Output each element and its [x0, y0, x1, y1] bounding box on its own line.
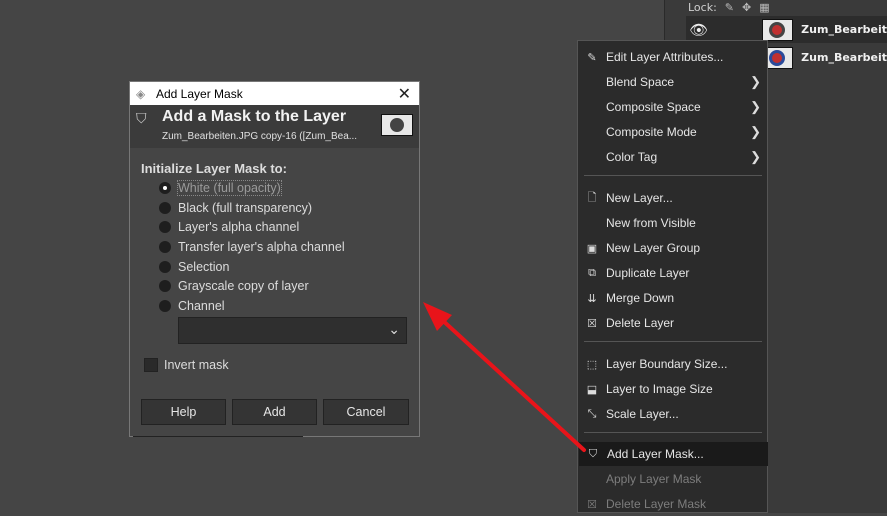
- radio-channel[interactable]: Channel: [159, 297, 225, 315]
- new-layer-icon: 🗋: [587, 191, 597, 204]
- menu-item-color-tag[interactable]: Color Tag ❯: [578, 145, 767, 169]
- mask-icon: ⛉: [588, 447, 598, 460]
- menu-item-edit-layer-attributes[interactable]: ✎ Edit Layer Attributes...: [578, 45, 767, 69]
- radio-black-full-transparency[interactable]: Black (full transparency): [159, 199, 312, 217]
- menu-item-delete-layer[interactable]: ☒ Delete Layer: [578, 311, 767, 335]
- help-button[interactable]: Help: [141, 399, 226, 425]
- radio-dot[interactable]: [159, 221, 171, 233]
- lock-bar: Lock: ✎ ✥ ▦: [688, 0, 770, 14]
- lock-pixels-icon[interactable]: ✎: [725, 1, 734, 14]
- radio-dot[interactable]: [159, 280, 171, 292]
- boundary-icon: ⬚: [586, 358, 598, 371]
- menu-item-blend-space[interactable]: Blend Space ❯: [578, 70, 767, 94]
- menu-item-duplicate-layer[interactable]: ⧉ Duplicate Layer: [578, 261, 767, 285]
- menu-separator: [584, 432, 762, 433]
- menu-item-scale-layer[interactable]: ⤡ Scale Layer...: [578, 402, 767, 426]
- checkbox-box[interactable]: [144, 358, 158, 372]
- radio-dot[interactable]: [159, 261, 171, 273]
- radio-transfer-alpha-channel[interactable]: Transfer layer's alpha channel: [159, 238, 345, 256]
- chevron-down-icon: ⌄: [388, 321, 400, 337]
- lock-position-icon[interactable]: ✥: [742, 1, 751, 14]
- invert-mask-label: Invert mask: [164, 358, 229, 372]
- close-icon[interactable]: ✕: [398, 84, 411, 104]
- radio-dot[interactable]: [159, 182, 171, 194]
- layer-thumbnail: [381, 114, 413, 136]
- menu-item-new-layer-group[interactable]: ▣ New Layer Group: [578, 236, 767, 260]
- menu-item-layer-boundary-size[interactable]: ⬚ Layer Boundary Size...: [578, 352, 767, 376]
- cancel-button[interactable]: Cancel: [323, 399, 409, 425]
- menu-separator: [584, 175, 762, 176]
- invert-mask-checkbox[interactable]: Invert mask: [144, 358, 229, 372]
- layer-subtitle: Zum_Bearbeiten.JPG copy-16 ([Zum_Bea...: [162, 131, 358, 142]
- layer-thumbnail: [761, 18, 794, 41]
- layer-name: Zum_Bearbeit: [801, 51, 887, 64]
- menu-item-add-layer-mask[interactable]: ⛉ Add Layer Mask...: [579, 442, 768, 466]
- lock-label: Lock:: [688, 0, 717, 14]
- radio-grayscale-copy[interactable]: Grayscale copy of layer: [159, 277, 309, 295]
- menu-item-apply-layer-mask[interactable]: Apply Layer Mask: [578, 467, 767, 491]
- dialog-header: ⛉ Add a Mask to the Layer Zum_Bearbeiten…: [130, 105, 419, 148]
- radio-dot[interactable]: [159, 241, 171, 253]
- radio-selection[interactable]: Selection: [159, 258, 229, 276]
- dialog-title: Add Layer Mask: [156, 86, 243, 101]
- chevron-right-icon: ❯: [750, 74, 761, 89]
- menu-item-merge-down[interactable]: ⇊ Merge Down: [578, 286, 767, 310]
- folder-icon: ▣: [586, 242, 598, 255]
- radio-dot[interactable]: [159, 300, 171, 312]
- radio-layer-alpha-channel[interactable]: Layer's alpha channel: [159, 218, 299, 236]
- chevron-right-icon: ❯: [750, 124, 761, 139]
- duplicate-icon: ⧉: [588, 266, 596, 279]
- edit-icon: ✎: [587, 51, 597, 64]
- delete-icon: ☒: [587, 317, 597, 330]
- layer-name: Zum_Bearbeit: [801, 23, 887, 36]
- dialog-shadow: [133, 436, 303, 437]
- chevron-right-icon: ❯: [750, 149, 761, 164]
- lock-alpha-icon[interactable]: ▦: [759, 1, 769, 14]
- menu-separator: [584, 341, 762, 342]
- add-button[interactable]: Add: [232, 399, 317, 425]
- menu-item-new-layer[interactable]: 🗋 New Layer...: [578, 186, 767, 210]
- menu-item-layer-to-image-size[interactable]: ⬓ Layer to Image Size: [578, 377, 767, 401]
- fit-icon: ⬓: [586, 383, 598, 396]
- visibility-eye-icon[interactable]: 👁: [686, 18, 712, 42]
- menu-item-composite-mode[interactable]: Composite Mode ❯: [578, 120, 767, 144]
- radio-dot[interactable]: [159, 202, 171, 214]
- delete-mask-icon: ☒: [587, 498, 597, 511]
- scale-icon: ⤡: [587, 407, 597, 420]
- section-label: Initialize Layer Mask to:: [141, 161, 287, 176]
- menu-item-delete-layer-mask[interactable]: ☒ Delete Layer Mask: [578, 492, 767, 516]
- menu-item-new-from-visible[interactable]: New from Visible: [578, 211, 767, 235]
- layer-row[interactable]: 👁 Zum_Bearbeit: [686, 16, 887, 43]
- channel-combo[interactable]: ⌄: [178, 317, 407, 344]
- add-layer-mask-dialog: ◈ Add Layer Mask ✕ ⛉ Add a Mask to the L…: [129, 81, 420, 437]
- dialog-titlebar[interactable]: ◈ Add Layer Mask ✕: [130, 82, 419, 105]
- layer-context-menu: ✎ Edit Layer Attributes... Blend Space ❯ C…: [577, 40, 768, 513]
- mask-icon: ⛉: [136, 110, 147, 126]
- dialog-heading: Add a Mask to the Layer: [162, 108, 347, 125]
- gimp-logo-icon: ◈: [136, 86, 146, 101]
- radio-white-full-opacity[interactable]: White (full opacity): [159, 179, 282, 197]
- menu-item-composite-space[interactable]: Composite Space ❯: [578, 95, 767, 119]
- merge-icon: ⇊: [587, 292, 597, 305]
- chevron-right-icon: ❯: [750, 99, 761, 114]
